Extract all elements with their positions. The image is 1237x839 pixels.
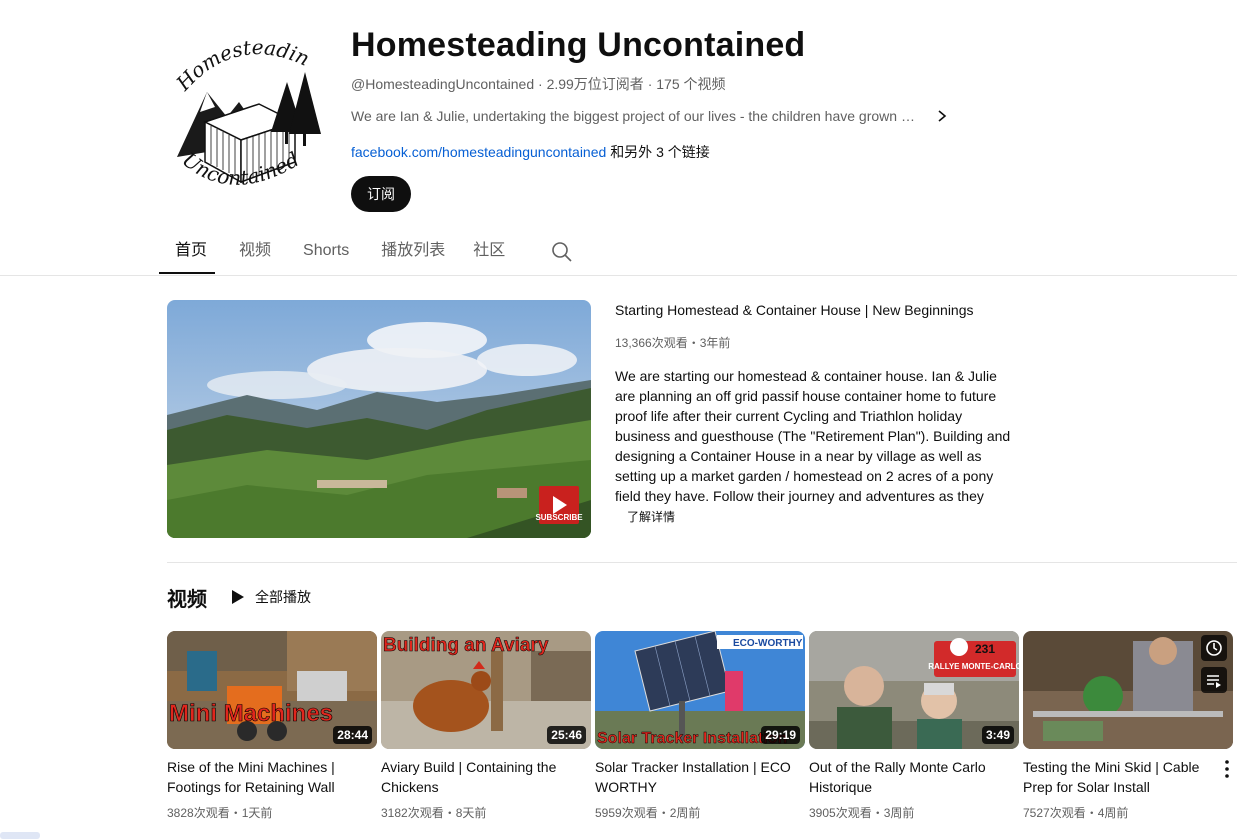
video-duration: 3:49 xyxy=(981,726,1014,744)
subscribe-button[interactable]: 订阅 xyxy=(351,176,411,212)
thumbnail-overlay-text: Building an Aviary xyxy=(383,635,549,656)
chevron-right-icon[interactable] xyxy=(935,109,949,123)
featured-video-info: Starting Homestead & Container House | N… xyxy=(615,300,1015,525)
meta-separator: ・ xyxy=(657,806,670,820)
meta-separator: ・ xyxy=(1085,806,1098,820)
video-card[interactable]: Building an Aviary 25:46 Aviary Build | … xyxy=(381,631,591,822)
add-to-queue-icon[interactable] xyxy=(1201,667,1227,693)
video-duration: 29:19 xyxy=(761,726,800,744)
channel-name: Homesteading Uncontained xyxy=(351,26,806,64)
play-icon xyxy=(232,590,244,604)
thumbnail-overlay-text: Mini Machines xyxy=(169,700,333,727)
video-meta: 3905次观看・3周前 xyxy=(809,804,1019,822)
channel-info: Homesteading Uncontained @HomesteadingUn… xyxy=(351,24,1051,212)
featured-video: SUBSCRIBE Starting Homestead & Container… xyxy=(167,300,1027,540)
play-all-button[interactable]: 全部播放 xyxy=(231,587,311,607)
meta-dot: · xyxy=(647,76,657,92)
featured-age: 3年前 xyxy=(699,336,731,350)
channel-description[interactable]: We are Ian & Julie, undertaking the bigg… xyxy=(351,106,1051,126)
subscriber-count: 2.99万位订阅者 xyxy=(546,76,644,92)
video-views: 7527次观看 xyxy=(1023,806,1086,820)
facebook-link[interactable]: facebook.com/homesteadinguncontained xyxy=(351,144,606,160)
more-links[interactable]: 和另外 3 个链接 xyxy=(610,144,710,160)
meta-separator: ・ xyxy=(229,806,242,820)
thumbnail-overlay-text: Solar Tracker Installation xyxy=(597,730,787,747)
video-views: 3828次观看 xyxy=(167,806,230,820)
video-title[interactable]: Aviary Build | Containing the Chickens xyxy=(381,757,581,797)
video-age: 3周前 xyxy=(883,806,915,820)
video-age: 2周前 xyxy=(669,806,701,820)
video-meta: 5959次观看・2周前 xyxy=(595,804,805,822)
featured-video-player[interactable]: SUBSCRIBE xyxy=(167,300,591,538)
video-count: 175 个视频 xyxy=(656,76,726,92)
video-thumbnail[interactable]: 231 RALLYE MONTE-CARLO 3:49 xyxy=(809,631,1019,749)
video-duration: 25:46 xyxy=(547,726,586,744)
tabs-divider xyxy=(0,275,1237,276)
subscribe-badge-text: SUBSCRIBE xyxy=(535,513,583,522)
video-meta: 7527次观看・4周前 xyxy=(1023,804,1233,822)
featured-video-meta: 13,366次观看・3年前 xyxy=(615,334,1015,352)
channel-handle: @HomesteadingUncontained xyxy=(351,76,535,92)
videos-section-title[interactable]: 视频 xyxy=(167,583,207,612)
video-age: 8天前 xyxy=(455,806,487,820)
meta-separator: ・ xyxy=(871,806,884,820)
featured-video-description: We are starting our homestead & containe… xyxy=(615,368,1011,504)
video-title[interactable]: Rise of the Mini Machines | Footings for… xyxy=(167,757,367,797)
videos-section-header: 视频 全部播放 xyxy=(167,583,311,611)
status-chip xyxy=(0,832,40,839)
meta-separator: ・ xyxy=(687,336,700,350)
video-card[interactable]: Mini Machines 28:44 Rise of the Mini Mac… xyxy=(167,631,377,822)
section-divider xyxy=(167,562,1237,563)
video-thumbnail[interactable]: ECO-WORTHY Solar Tracker Installation 29… xyxy=(595,631,805,749)
tab-home[interactable]: 首页 xyxy=(158,232,216,274)
channel-header: Homesteading Uncontained Homesteading Un… xyxy=(161,3,1217,222)
video-age: 4周前 xyxy=(1097,806,1129,820)
more-options-icon[interactable] xyxy=(1219,759,1235,779)
read-more-link[interactable]: 了解详情 xyxy=(627,508,1015,525)
tab-community[interactable]: 社区 xyxy=(473,232,505,274)
search-icon[interactable] xyxy=(551,241,573,263)
channel-tabs: 首页 视频 Shorts 播放列表 社区 xyxy=(158,232,573,276)
video-duration: 28:44 xyxy=(333,726,372,744)
video-meta: 3828次观看・1天前 xyxy=(167,804,377,822)
video-views: 5959次观看 xyxy=(595,806,658,820)
video-card[interactable]: Testing the Mini Skid | Cable Prep for S… xyxy=(1023,631,1233,822)
video-views: 3905次观看 xyxy=(809,806,872,820)
video-card[interactable]: 231 RALLYE MONTE-CARLO 3:49 Out of the R… xyxy=(809,631,1019,822)
channel-description-text: We are Ian & Julie, undertaking the bigg… xyxy=(351,108,921,124)
svg-text:Homesteading: Homesteading xyxy=(167,22,313,96)
video-thumbnail[interactable]: Building an Aviary 25:46 xyxy=(381,631,591,749)
rally-number: 231 xyxy=(975,642,995,656)
meta-separator: ・ xyxy=(443,806,456,820)
meta-dot: · xyxy=(538,76,547,92)
featured-video-title[interactable]: Starting Homestead & Container House | N… xyxy=(615,300,1015,320)
tab-playlists[interactable]: 播放列表 xyxy=(381,232,445,274)
logo-text-top: Homesteading xyxy=(161,3,314,96)
video-title[interactable]: Out of the Rally Monte Carlo Historique xyxy=(809,757,1009,797)
video-title[interactable]: Testing the Mini Skid | Cable Prep for S… xyxy=(1023,757,1223,797)
brand-text: ECO-WORTHY xyxy=(733,638,803,649)
thumbnail-overlay-text: RALLYE MONTE-CARLO xyxy=(928,662,1019,671)
video-card[interactable]: ECO-WORTHY Solar Tracker Installation 29… xyxy=(595,631,805,822)
video-age: 1天前 xyxy=(241,806,273,820)
video-meta: 3182次观看・8天前 xyxy=(381,804,591,822)
play-all-label: 全部播放 xyxy=(255,589,311,605)
watch-later-icon[interactable] xyxy=(1201,635,1227,661)
video-views: 3182次观看 xyxy=(381,806,444,820)
tab-shorts[interactable]: Shorts xyxy=(303,232,349,274)
featured-views: 13,366次观看 xyxy=(615,336,688,350)
channel-meta: @HomesteadingUncontained · 2.99万位订阅者 · 1… xyxy=(351,74,1051,94)
tab-videos[interactable]: 视频 xyxy=(239,232,271,274)
video-thumbnail[interactable]: Mini Machines 28:44 xyxy=(167,631,377,749)
channel-links: facebook.com/homesteadinguncontained 和另外… xyxy=(351,142,1051,162)
video-thumbnail[interactable] xyxy=(1023,631,1233,749)
video-title[interactable]: Solar Tracker Installation | ECO WORTHY xyxy=(595,757,795,797)
channel-avatar[interactable]: Homesteading Uncontained xyxy=(161,3,327,200)
